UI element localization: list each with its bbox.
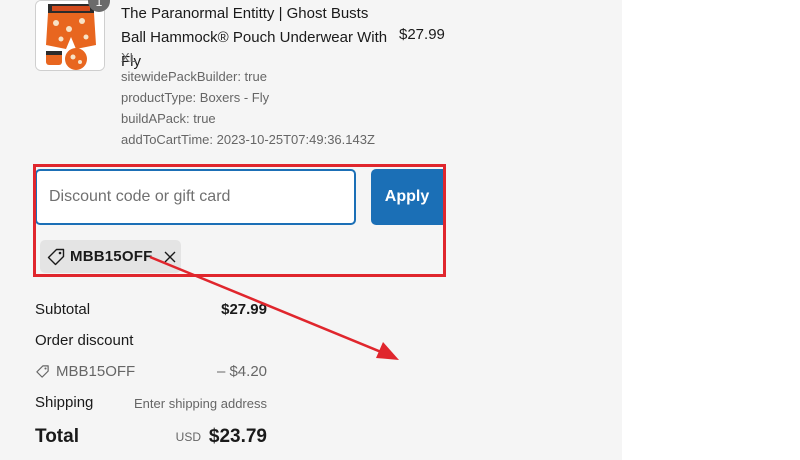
shipping-label: Shipping <box>35 394 94 411</box>
annotation-highlight-box <box>33 164 446 277</box>
total-value: $23.79 <box>208 426 267 447</box>
order-discount-label: Order discount <box>35 332 134 349</box>
total-currency: USD <box>175 430 201 444</box>
product-title: The Paranormal Entitty | Ghost Busts Bal… <box>121 5 388 70</box>
subtotal-label: Subtotal <box>35 301 91 318</box>
order-summary-panel: 1 The Paranormal Entitty | Ghost Busts B… <box>0 0 622 460</box>
product-property: addToCartTime: 2023-10-25T07:49:36.143Z <box>121 132 375 147</box>
discount-code-name: MBB15OFF <box>56 363 136 380</box>
product-property: productType: Boxers - Fly <box>121 90 270 105</box>
subtotal-value: $27.99 <box>221 301 267 318</box>
discount-code-row: MBB15OFF <box>35 363 135 380</box>
discount-amount: – $4.20 <box>216 363 267 380</box>
product-property: sitewidePackBuilder: true <box>121 69 267 84</box>
product-property: buildAPack: true <box>121 111 216 126</box>
product-variant: XL <box>121 50 137 65</box>
product-price: $27.99 <box>399 26 445 43</box>
total-label: Total <box>35 426 79 447</box>
boxer-shorts-image <box>36 1 104 70</box>
tag-icon <box>36 365 49 378</box>
shipping-value: Enter shipping address <box>134 396 267 411</box>
